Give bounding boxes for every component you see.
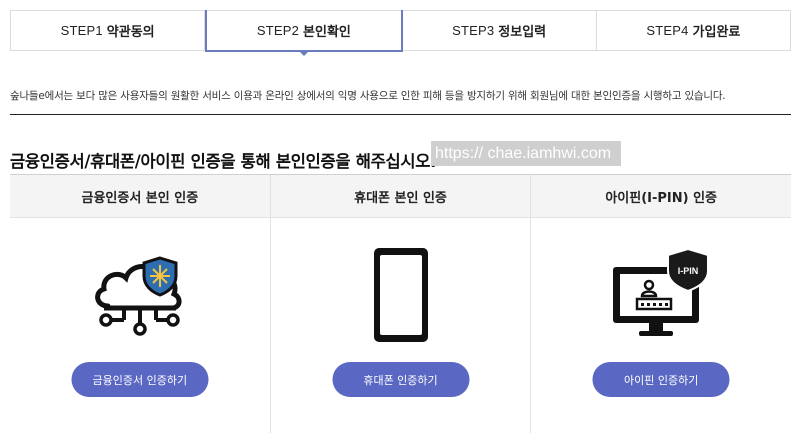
step-3: STEP3 정보입력 (403, 11, 597, 50)
ipin-monitor-icon: I-PIN (531, 245, 791, 345)
ipin-auth-button[interactable]: 아이핀 인증하기 (592, 362, 730, 397)
step-4: STEP4 가입완료 (597, 11, 790, 50)
method-phone: 휴대폰 본인 인증 휴대폰 인증하기 (270, 175, 532, 433)
ipin-badge-text: I-PIN (678, 266, 699, 276)
financial-cert-button[interactable]: 금융인증서 인증하기 (71, 362, 209, 397)
watermark: https:// chae.iamhwi.com (431, 141, 621, 166)
cloud-shield-icon (10, 245, 270, 345)
page-headline: 금융인증서/휴대폰/아이핀 인증을 통해 본인인증을 해주십시오. (10, 152, 437, 171)
auth-methods: 금융인증서 본인 인증 금융인증서 인증하기 휴대폰 본인 인증 휴대폰 인증하… (10, 174, 792, 433)
step-label: 본인확인 (303, 24, 351, 40)
step-1: STEP1 약관동의 (11, 11, 206, 50)
step-2-active: STEP2 본인확인 (205, 10, 403, 56)
intro-text: 숲나들e에서는 보다 많은 사용자들의 원활한 서비스 이용과 온라인 상에서의… (10, 90, 726, 102)
step-number: STEP2 (256, 22, 300, 38)
step-number: STEP3 (452, 23, 495, 38)
step-label: 약관동의 (106, 25, 155, 40)
method-title: 금융인증서 본인 인증 (10, 175, 270, 218)
phone-auth-button[interactable]: 휴대폰 인증하기 (332, 362, 469, 397)
step-label: 정보입력 (498, 25, 547, 40)
step-indicator: STEP1 약관동의 STEP2 본인확인 STEP3 정보입력 STEP4 가… (10, 10, 791, 56)
divider (10, 114, 791, 115)
method-title: 아이핀(I-PIN) 인증 (531, 175, 792, 218)
method-ipin: 아이핀(I-PIN) 인증 I-PIN 아이핀 인증하기 (531, 175, 792, 433)
step-number: STEP1 (60, 23, 103, 38)
signup-page: STEP1 약관동의 STEP2 본인확인 STEP3 정보입력 STEP4 가… (10, 10, 792, 433)
step-label: 가입완료 (692, 25, 741, 40)
method-title: 휴대폰 본인 인증 (270, 175, 531, 218)
smartphone-icon (271, 245, 531, 345)
method-financial-cert: 금융인증서 본인 인증 금융인증서 인증하기 (10, 175, 271, 433)
step-number: STEP4 (646, 23, 689, 38)
